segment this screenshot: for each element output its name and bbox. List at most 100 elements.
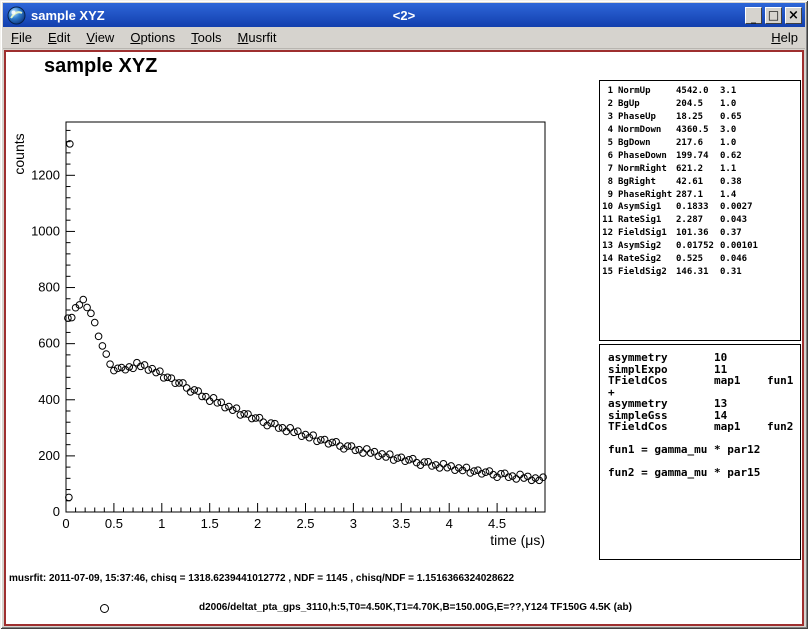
param-number: 2 bbox=[600, 99, 613, 112]
close-icon[interactable]: × bbox=[785, 7, 802, 24]
data-point bbox=[187, 389, 194, 396]
parameter-row: 13AsymSig20.017520.00101 bbox=[600, 241, 800, 254]
param-error: 0.00101 bbox=[720, 241, 758, 254]
data-point bbox=[279, 425, 286, 432]
data-point bbox=[134, 359, 141, 366]
param-error: 0.0027 bbox=[720, 202, 753, 215]
y-tick-label: 800 bbox=[38, 280, 60, 295]
param-name: FieldSig1 bbox=[618, 228, 676, 241]
theory-line: TFieldCos map1 fun2 bbox=[608, 421, 800, 433]
data-point bbox=[111, 367, 118, 374]
param-value: 199.74 bbox=[676, 151, 720, 164]
param-value: 146.31 bbox=[676, 267, 720, 280]
menu-item-musrfit[interactable]: Musrfit bbox=[233, 28, 282, 47]
data-point bbox=[528, 477, 535, 484]
data-point bbox=[425, 458, 432, 465]
menu-item-view[interactable]: View bbox=[81, 28, 119, 47]
x-axis-title: time (μs) bbox=[490, 532, 545, 548]
param-error: 3.1 bbox=[720, 86, 736, 99]
data-point bbox=[157, 368, 164, 375]
titlebar[interactable]: sample XYZ <2> _ □ × bbox=[3, 3, 805, 27]
maximize-icon[interactable]: □ bbox=[765, 7, 782, 24]
param-value: 4542.0 bbox=[676, 86, 720, 99]
param-error: 0.65 bbox=[720, 112, 742, 125]
data-point bbox=[229, 407, 236, 414]
param-name: NormUp bbox=[618, 86, 676, 99]
data-point bbox=[486, 468, 493, 475]
param-value: 0.01752 bbox=[676, 241, 720, 254]
data-point bbox=[364, 446, 371, 453]
root-canvas[interactable]: sample XYZ 00.511.522.533.544.5020040060… bbox=[4, 50, 804, 626]
param-number: 3 bbox=[600, 112, 613, 125]
data-point bbox=[256, 414, 263, 421]
data-point bbox=[348, 443, 355, 450]
data-point bbox=[501, 470, 508, 477]
data-point bbox=[283, 428, 290, 435]
y-tick-label: 0 bbox=[53, 504, 60, 519]
data-point bbox=[325, 441, 332, 448]
menu-bar: File Edit View Options Tools Musrfit Help bbox=[3, 27, 805, 49]
fit-status-line: musrfit: 2011-07-09, 15:37:46, chisq = 1… bbox=[9, 573, 514, 584]
scatter-plot[interactable]: 00.511.522.533.544.502004006008001000120… bbox=[6, 52, 566, 562]
param-value: 4360.5 bbox=[676, 125, 720, 138]
theory-line: asymmetry 13 bbox=[608, 398, 800, 410]
data-point bbox=[521, 475, 528, 482]
param-number: 6 bbox=[600, 151, 613, 164]
param-number: 12 bbox=[600, 228, 613, 241]
param-name: NormRight bbox=[618, 164, 676, 177]
parameter-row: 3PhaseUp18.250.65 bbox=[600, 112, 800, 125]
data-point bbox=[66, 494, 73, 501]
param-name: FieldSig2 bbox=[618, 267, 676, 280]
menu-item-help[interactable]: Help bbox=[766, 28, 803, 47]
param-number: 13 bbox=[600, 241, 613, 254]
param-value: 2.287 bbox=[676, 215, 720, 228]
menu-items: File Edit View Options Tools Musrfit bbox=[6, 28, 288, 47]
param-value: 0.525 bbox=[676, 254, 720, 267]
y-tick-label: 400 bbox=[38, 392, 60, 407]
legend-run-label: d2006/deltat_pta_gps_3110,h:5,T0=4.50K,T… bbox=[199, 602, 632, 613]
x-tick-label: 0.5 bbox=[105, 516, 123, 531]
data-point bbox=[145, 367, 152, 374]
param-number: 5 bbox=[600, 138, 613, 151]
y-axis-title: counts bbox=[11, 133, 27, 174]
data-point bbox=[84, 304, 91, 311]
param-error: 1.4 bbox=[720, 190, 736, 203]
param-number: 11 bbox=[600, 215, 613, 228]
param-number: 8 bbox=[600, 177, 613, 190]
data-point bbox=[371, 448, 378, 455]
param-name: BgRight bbox=[618, 177, 676, 190]
data-point bbox=[99, 343, 106, 350]
theory-panel[interactable]: asymmetry 10simplExpo 11TFieldCos map1 f… bbox=[599, 344, 801, 560]
data-point bbox=[444, 464, 451, 471]
param-error: 3.0 bbox=[720, 125, 736, 138]
data-point bbox=[91, 319, 98, 326]
param-name: RateSig1 bbox=[618, 215, 676, 228]
param-number: 15 bbox=[600, 267, 613, 280]
param-name: BgDown bbox=[618, 138, 676, 151]
data-point bbox=[398, 454, 405, 461]
param-number: 10 bbox=[600, 202, 613, 215]
menu-item-edit[interactable]: Edit bbox=[43, 28, 75, 47]
param-value: 621.2 bbox=[676, 164, 720, 177]
menu-item-file[interactable]: File bbox=[6, 28, 37, 47]
parameter-row: 2BgUp204.51.0 bbox=[600, 99, 800, 112]
app-window: sample XYZ <2> _ □ × File Edit View Options… bbox=[0, 0, 808, 629]
theory-line: fun2 = gamma_mu * par15 bbox=[608, 467, 800, 479]
fit-parameters-panel[interactable]: 1NormUp4542.03.12BgUp204.51.03PhaseUp18.… bbox=[599, 80, 801, 341]
data-point bbox=[475, 467, 482, 474]
param-error: 1.0 bbox=[720, 138, 736, 151]
theory-panel-lines: asymmetry 10simplExpo 11TFieldCos map1 f… bbox=[608, 352, 800, 479]
data-point bbox=[321, 436, 328, 443]
parameter-row: 7NormRight621.21.1 bbox=[600, 164, 800, 177]
parameter-row: 5BgDown217.61.0 bbox=[600, 138, 800, 151]
minimize-icon[interactable]: _ bbox=[745, 7, 762, 24]
param-name: BgUp bbox=[618, 99, 676, 112]
menu-item-tools[interactable]: Tools bbox=[186, 28, 226, 47]
data-point bbox=[402, 458, 409, 465]
param-name: PhaseDown bbox=[618, 151, 676, 164]
y-tick-label: 200 bbox=[38, 448, 60, 463]
parameter-row: 1NormUp4542.03.1 bbox=[600, 86, 800, 99]
param-error: 1.1 bbox=[720, 164, 736, 177]
menu-item-options[interactable]: Options bbox=[125, 28, 180, 47]
data-point bbox=[375, 453, 382, 460]
